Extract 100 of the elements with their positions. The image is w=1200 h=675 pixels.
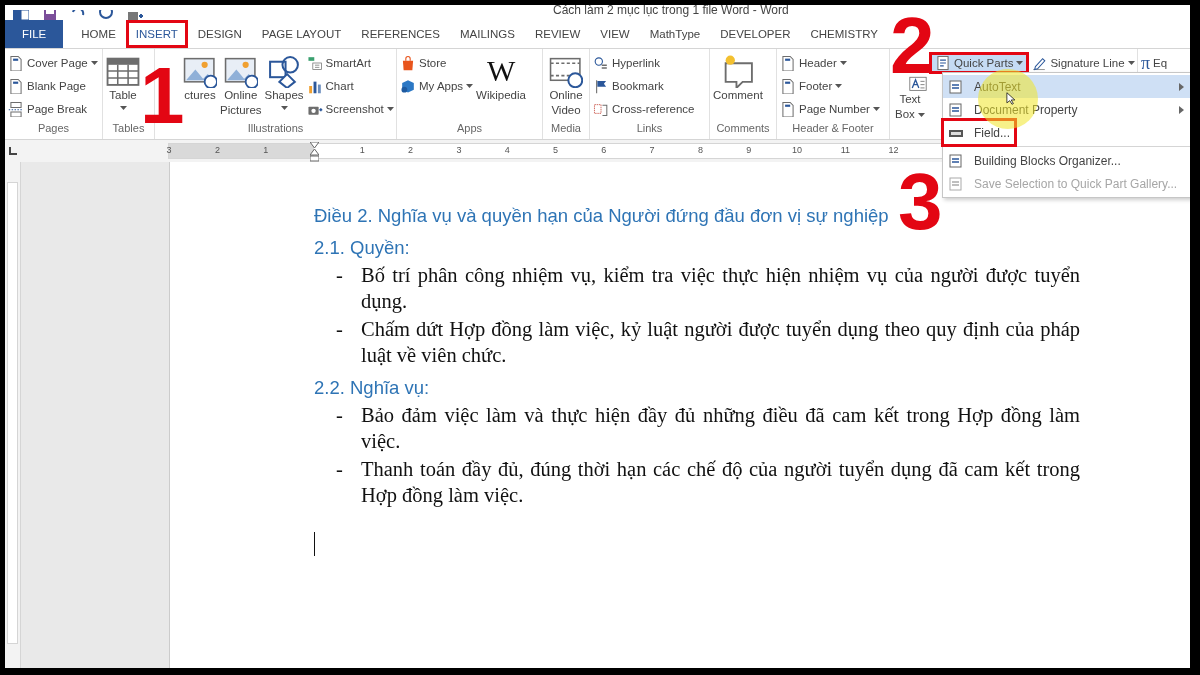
group-label: Links bbox=[636, 122, 663, 134]
group-label: Illustrations bbox=[247, 122, 304, 134]
caret-icon bbox=[1016, 60, 1024, 66]
caret-icon bbox=[119, 106, 127, 111]
page-icon bbox=[8, 55, 24, 71]
ruler-number: 7 bbox=[648, 145, 656, 155]
page-icon bbox=[780, 101, 796, 117]
ribbon-button[interactable]: My Apps bbox=[399, 75, 475, 97]
ruler-number: 11 bbox=[839, 145, 851, 155]
ribbon-button[interactable]: Comment bbox=[712, 52, 764, 105]
ruler-number: 10 bbox=[791, 145, 803, 155]
diagram-icon bbox=[306, 55, 323, 71]
ribbon-button[interactable]: Cover Page bbox=[7, 52, 99, 74]
ribbon-button[interactable]: Signature Line bbox=[1030, 52, 1136, 74]
ribbon-button[interactable]: Page Break bbox=[7, 98, 99, 120]
camera-icon[interactable] bbox=[127, 10, 143, 20]
save-icon[interactable] bbox=[43, 10, 57, 20]
ribbon-button[interactable]: Bookmark bbox=[592, 75, 696, 97]
ribbon-tab[interactable]: INSERT bbox=[125, 20, 188, 48]
ribbon-tab[interactable]: REVIEW bbox=[524, 20, 591, 48]
ribbon-tab[interactable]: DEVELOPER bbox=[710, 20, 801, 48]
redo-icon[interactable] bbox=[99, 10, 113, 20]
text-box-icon bbox=[909, 74, 927, 92]
symbol-icon: π bbox=[1141, 53, 1151, 73]
cube-icon bbox=[400, 78, 416, 94]
ribbon-button[interactable]: Page Number bbox=[779, 98, 881, 120]
group-label: Comments bbox=[716, 122, 770, 134]
caret-icon bbox=[386, 106, 394, 112]
ruler-number: 5 bbox=[552, 145, 559, 155]
symbol-icon: W bbox=[486, 54, 516, 88]
ribbon-button[interactable]: ctures bbox=[182, 52, 218, 105]
ribbon-button[interactable]: Table bbox=[105, 52, 141, 113]
ruler-number: 2 bbox=[213, 145, 221, 155]
ribbon-button[interactable]: Quick Parts bbox=[929, 52, 1030, 74]
menu-item[interactable]: Building Blocks Organizer... bbox=[943, 149, 1190, 172]
menu-item[interactable]: Field... bbox=[943, 121, 1190, 144]
caret-icon bbox=[280, 106, 288, 111]
pointer-icon bbox=[1006, 92, 1015, 105]
ribbon-button[interactable]: Text Box bbox=[892, 72, 928, 124]
subheading: 2.2. Nghĩa vụ: bbox=[314, 376, 431, 400]
indent-marker-icon[interactable] bbox=[310, 142, 319, 162]
ruler-number: 6 bbox=[600, 145, 608, 155]
ruler-number: 2 bbox=[407, 145, 415, 155]
ruler-number: 8 bbox=[696, 145, 704, 155]
submenu-arrow-icon bbox=[1179, 82, 1184, 91]
ribbon-button[interactable]: W Wikipedia bbox=[475, 52, 527, 105]
ribbon-button[interactable]: Online Pictures bbox=[219, 52, 263, 120]
ribbon-button[interactable]: Screenshot bbox=[305, 98, 395, 120]
flag-icon bbox=[593, 78, 609, 94]
ribbon-button[interactable]: SmartArt bbox=[305, 52, 395, 74]
ribbon-tab[interactable]: HOME bbox=[71, 20, 126, 48]
ribbon-tab[interactable]: DESIGN bbox=[187, 20, 252, 48]
caret-icon bbox=[1127, 60, 1135, 66]
group-label: Pages bbox=[37, 122, 70, 134]
group-label: Media bbox=[551, 122, 581, 134]
text-cursor bbox=[314, 532, 315, 556]
window-title: Cách làm 2 mục lục trong 1 file Word - Word bbox=[553, 5, 789, 17]
ribbon-button[interactable]: Footer bbox=[779, 75, 881, 97]
ribbon-button[interactable]: Header bbox=[779, 52, 881, 74]
group-label: Apps bbox=[456, 122, 483, 134]
document-icon bbox=[948, 176, 964, 191]
page-icon bbox=[8, 78, 24, 94]
ribbon-button[interactable]: π Eq bbox=[1140, 52, 1169, 74]
ribbon-tab[interactable]: PAGE LAYOUT bbox=[251, 20, 352, 48]
ribbon-tab[interactable]: REFERENCES bbox=[351, 20, 450, 48]
ribbon-button[interactable]: Online Video bbox=[545, 52, 587, 120]
ruler-number: 12 bbox=[887, 145, 900, 155]
ribbon-button[interactable]: Shapes bbox=[263, 52, 305, 113]
caret-icon bbox=[835, 83, 843, 89]
subheading: 2.1. Quyền: bbox=[314, 236, 411, 260]
link-icon bbox=[593, 55, 609, 71]
word-icon[interactable] bbox=[13, 10, 29, 20]
ribbon-tab[interactable]: VIEW bbox=[590, 20, 640, 48]
ribbon-button[interactable]: Cross-reference bbox=[592, 98, 696, 120]
ribbon-button[interactable]: Hyperlink bbox=[592, 52, 696, 74]
caret-icon bbox=[872, 106, 880, 112]
ribbon-button[interactable]: Store bbox=[399, 52, 475, 74]
ribbon-tab[interactable]: MathType bbox=[639, 20, 711, 48]
document-icon bbox=[948, 153, 964, 168]
tab-selector-icon[interactable] bbox=[8, 146, 18, 156]
ruler-number: 9 bbox=[745, 145, 753, 155]
caret-icon bbox=[918, 113, 925, 118]
caret-icon bbox=[839, 60, 847, 66]
document-icon bbox=[948, 79, 964, 94]
step-number: 3 bbox=[898, 173, 942, 231]
list-marker: - bbox=[336, 403, 344, 428]
file-tab[interactable]: FILE bbox=[5, 20, 64, 48]
group-label: Header & Footer bbox=[792, 122, 874, 134]
ribbon-button[interactable]: Chart bbox=[305, 75, 395, 97]
heading: Điều 2. Nghĩa vụ và quyền hạn của Người đứng đầu đơn vị sự nghiệp bbox=[314, 204, 890, 228]
document-icon bbox=[935, 55, 951, 71]
shapes-icon bbox=[267, 54, 302, 88]
list-marker: - bbox=[336, 263, 344, 288]
ribbon-tab[interactable]: CHEMISTRY bbox=[800, 20, 888, 48]
list-marker: - bbox=[336, 457, 344, 482]
ribbon-button[interactable]: Blank Page bbox=[7, 75, 99, 97]
list-marker: - bbox=[336, 317, 344, 342]
caret-icon bbox=[90, 60, 98, 66]
submenu-arrow-icon bbox=[1179, 105, 1184, 114]
ribbon-tab[interactable]: MAILINGS bbox=[449, 20, 525, 48]
